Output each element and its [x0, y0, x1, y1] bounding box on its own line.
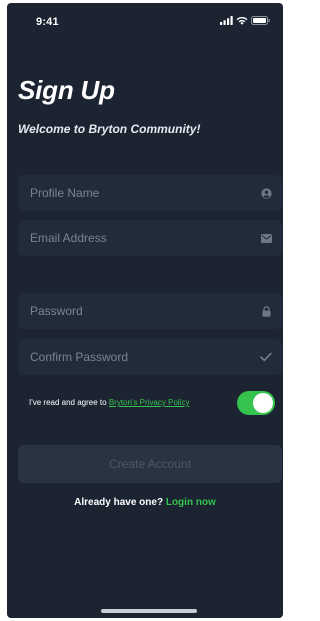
agreement-label: I've read and agree to	[29, 398, 109, 407]
password-input[interactable]	[30, 293, 240, 329]
toggle-knob	[253, 393, 273, 413]
confirm-password-field[interactable]	[18, 339, 282, 375]
privacy-agreement-toggle[interactable]	[237, 391, 275, 415]
privacy-policy-link[interactable]: Bryton's Privacy Policy	[109, 398, 190, 407]
cellular-signal-icon	[220, 16, 233, 25]
status-time: 9:41	[36, 16, 59, 28]
home-indicator[interactable]	[101, 609, 197, 613]
phone-screen: 9:41 Sign Up Welcome to Bryton Community…	[7, 3, 283, 618]
person-icon	[260, 187, 272, 199]
lock-icon	[260, 305, 272, 317]
login-now-link[interactable]: Login now	[166, 497, 216, 508]
wifi-icon	[236, 16, 248, 25]
agreement-text: I've read and agree to Bryton's Privacy …	[29, 398, 189, 407]
password-field[interactable]	[18, 293, 282, 329]
page-title: Sign Up	[18, 75, 115, 105]
email-input[interactable]	[30, 220, 240, 256]
checkmark-icon	[260, 351, 272, 363]
email-field[interactable]	[18, 220, 282, 256]
privacy-agreement-row: I've read and agree to Bryton's Privacy …	[29, 391, 277, 417]
page-subtitle: Welcome to Bryton Community!	[18, 122, 201, 136]
login-prompt: Already have one? Login now	[7, 497, 283, 508]
mail-icon	[260, 232, 272, 244]
status-icons	[220, 16, 270, 25]
profile-name-input[interactable]	[30, 175, 240, 211]
already-have-account-text: Already have one?	[74, 497, 164, 508]
status-bar: 9:41	[7, 3, 283, 37]
create-account-button[interactable]: Create Account	[18, 445, 282, 483]
battery-icon	[251, 16, 270, 25]
confirm-password-input[interactable]	[30, 339, 240, 375]
profile-name-field[interactable]	[18, 175, 282, 211]
